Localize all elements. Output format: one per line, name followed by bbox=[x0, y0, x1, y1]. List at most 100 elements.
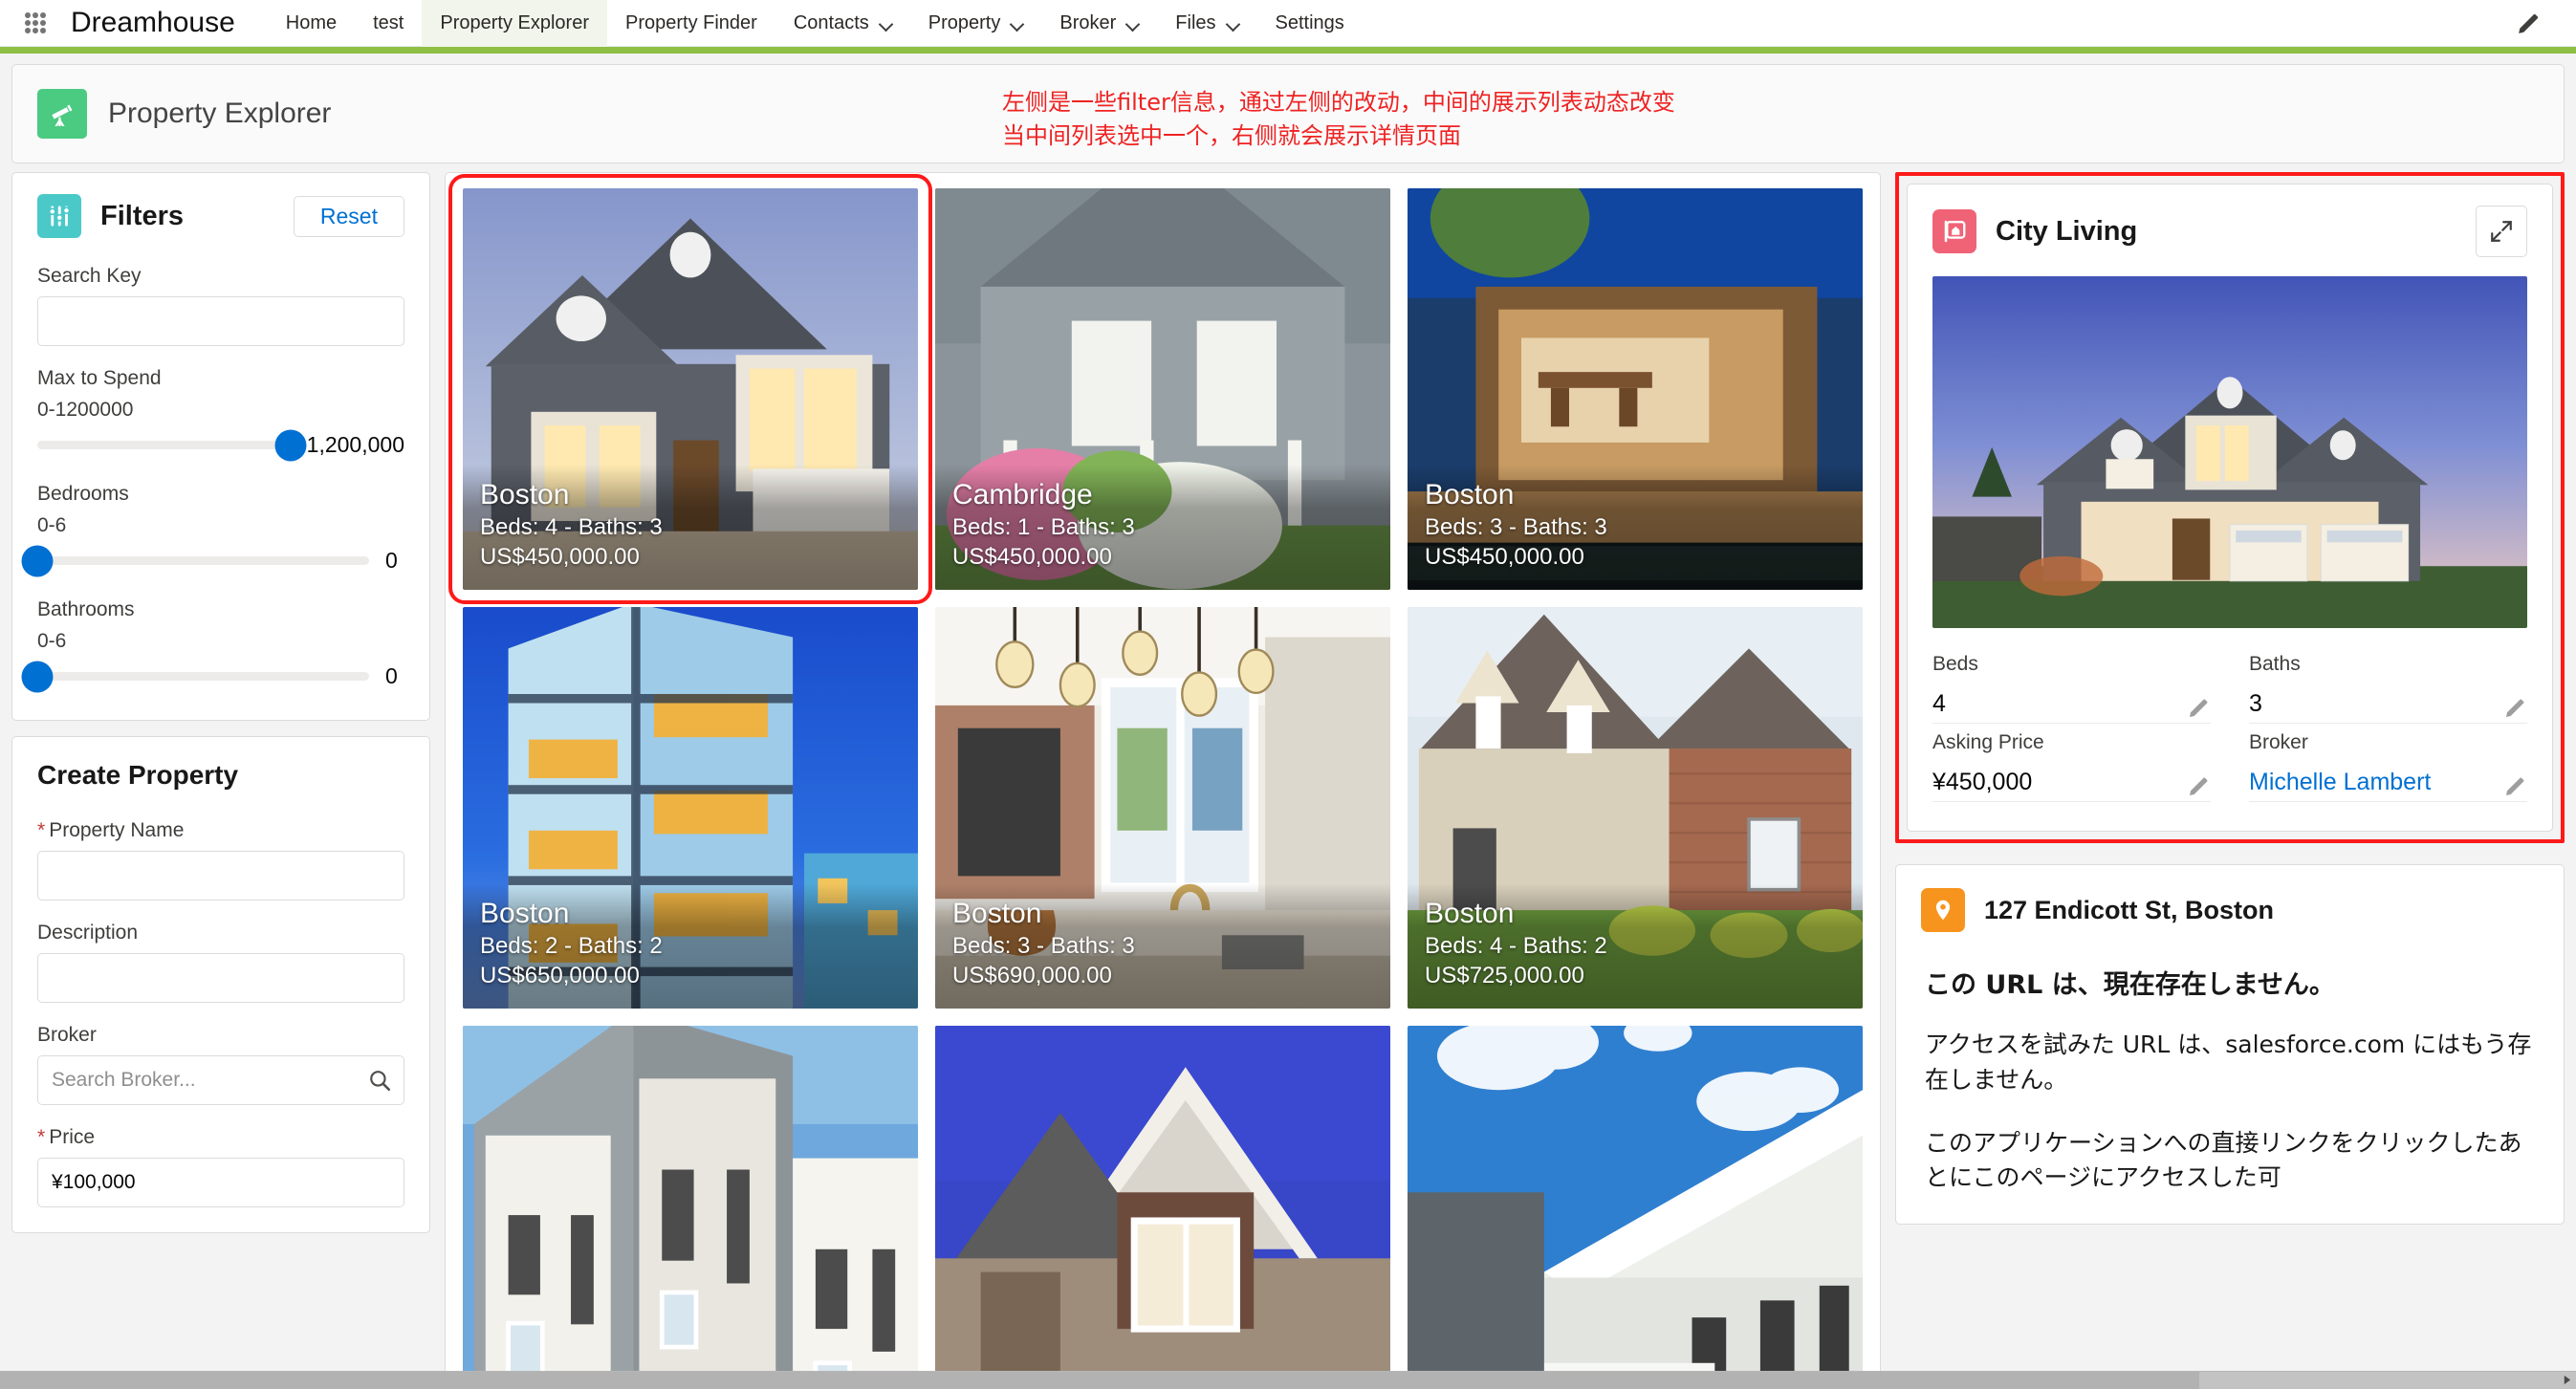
search-key-input[interactable] bbox=[37, 296, 404, 346]
address-error-card: 127 Endicott St, Boston この URL は、現在存在しませ… bbox=[1895, 864, 2565, 1226]
property-tile-beds-baths: Beds: 4 - Baths: 3 bbox=[480, 513, 663, 540]
bathrooms-label: Bathrooms bbox=[37, 598, 135, 620]
page-title: Property Explorer bbox=[108, 98, 332, 129]
property-tile[interactable] bbox=[1408, 1026, 1863, 1379]
max-to-spend-value: 1,200,000 bbox=[306, 432, 404, 457]
bathrooms-range: 0-6 bbox=[37, 630, 67, 652]
page-header: Property Explorer 左侧是一些filter信息，通过左侧的改动，… bbox=[11, 64, 2565, 163]
property-tile[interactable]: Boston Beds: 4 - Baths: 3 US$450,000.00 bbox=[448, 174, 932, 604]
property-tile[interactable]: Boston Beds: 4 - Baths: 2 US$725,000.00 bbox=[1408, 607, 1863, 1009]
property-tile[interactable]: Cambridge Beds: 1 - Baths: 3 US$450,000.00 bbox=[935, 188, 1390, 590]
chevron-down-icon[interactable] bbox=[880, 19, 892, 27]
property-tile-city: Boston bbox=[480, 479, 570, 511]
detail-card-title: City Living bbox=[1996, 215, 2138, 247]
expand-arrows-icon[interactable] bbox=[2476, 206, 2527, 257]
max-to-spend-slider[interactable] bbox=[37, 429, 307, 461]
main-content: Filters Reset Search Key Max to Spend 0-… bbox=[0, 163, 2576, 1380]
property-tile-beds-baths: Beds: 3 - Baths: 3 bbox=[1425, 513, 1607, 540]
bedrooms-value: 0 bbox=[385, 548, 398, 573]
nav-item-label: test bbox=[373, 11, 404, 33]
property-tile-city: Boston bbox=[480, 898, 570, 930]
slider-thumb[interactable] bbox=[21, 545, 54, 576]
chevron-down-icon[interactable] bbox=[1126, 19, 1139, 27]
page-header-region: Property Explorer 左侧是一些filter信息，通过左侧的改动，… bbox=[0, 54, 2576, 163]
broker-label: Broker bbox=[37, 1024, 97, 1046]
bathrooms-slider[interactable] bbox=[21, 661, 369, 692]
pencil-icon[interactable] bbox=[2188, 696, 2211, 719]
nav-item-settings[interactable]: Settings bbox=[1257, 0, 1363, 47]
detail-field-label: Broker bbox=[2249, 731, 2308, 753]
price-input[interactable] bbox=[37, 1158, 404, 1207]
detail-card-header: City Living bbox=[1908, 184, 2552, 276]
property-tile-caption: Boston Beds: 4 - Baths: 3 US$450,000.00 bbox=[463, 465, 918, 590]
top-navigation-bar: Dreamhouse Home test Property Explorer Prop… bbox=[0, 0, 2576, 47]
horizontal-scrollbar[interactable] bbox=[0, 1371, 2576, 1389]
create-property-title: Create Property bbox=[37, 760, 239, 790]
property-tile-image bbox=[1408, 1026, 1863, 1379]
nav-item-property-explorer[interactable]: Property Explorer bbox=[422, 0, 607, 47]
chevron-down-icon[interactable] bbox=[1011, 19, 1023, 27]
property-tile[interactable]: Boston Beds: 2 - Baths: 2 US$650,000.00 bbox=[463, 607, 918, 1009]
property-name-input[interactable] bbox=[37, 851, 404, 901]
nav-item-property-finder[interactable]: Property Finder bbox=[607, 0, 775, 47]
property-tiles-grid: Boston Beds: 4 - Baths: 3 US$450,000.00 Ca… bbox=[448, 174, 1863, 1379]
property-tile[interactable] bbox=[463, 1026, 918, 1379]
nav-item-label: Property Finder bbox=[625, 11, 757, 33]
nav-item-label: Settings bbox=[1275, 11, 1344, 33]
max-to-spend-label: Max to Spend bbox=[37, 367, 162, 389]
bedrooms-slider[interactable] bbox=[21, 545, 369, 576]
chevron-down-icon[interactable] bbox=[1227, 19, 1239, 27]
property-tile-price: US$690,000.00 bbox=[952, 963, 1112, 989]
pencil-icon[interactable] bbox=[2504, 696, 2527, 719]
broker-search-input[interactable] bbox=[37, 1055, 404, 1105]
reset-button[interactable]: Reset bbox=[293, 195, 404, 237]
app-launcher-grid-icon[interactable] bbox=[25, 12, 46, 33]
address-title: 127 Endicott St, Boston bbox=[1984, 895, 2275, 924]
detail-field-label: Asking Price bbox=[1932, 731, 2044, 753]
property-tile-price: US$450,000.00 bbox=[480, 544, 640, 571]
search-key-label: Search Key bbox=[37, 265, 142, 287]
property-tile[interactable]: Boston Beds: 3 - Baths: 3 US$690,000.00 bbox=[935, 607, 1390, 1009]
slider-thumb[interactable] bbox=[274, 429, 307, 461]
nav-item-label: Property Explorer bbox=[440, 11, 589, 33]
bedrooms-range: 0-6 bbox=[37, 514, 67, 536]
property-tile[interactable]: Boston Beds: 3 - Baths: 3 US$450,000.00 bbox=[1408, 188, 1863, 590]
required-asterisk: * bbox=[37, 819, 46, 841]
detail-field-asking-price: Asking Price ¥450,000 bbox=[1932, 731, 2211, 802]
slider-thumb[interactable] bbox=[21, 661, 54, 692]
nav-item-files[interactable]: Files bbox=[1157, 0, 1256, 47]
error-message-body: この URL は、現在存在しません。 アクセスを試みた URL は、salesf… bbox=[1896, 947, 2564, 1195]
nav-item-contacts[interactable]: Contacts bbox=[775, 0, 910, 47]
filters-title: Filters bbox=[100, 200, 185, 231]
pencil-icon[interactable] bbox=[2504, 774, 2527, 797]
pencil-icon[interactable] bbox=[2517, 11, 2542, 35]
nav-item-home[interactable]: Home bbox=[268, 0, 355, 47]
scroll-right-arrow-icon[interactable] bbox=[2559, 1371, 2575, 1389]
property-tile-list: Boston Beds: 4 - Baths: 3 US$450,000.00 Ca… bbox=[445, 172, 1881, 1380]
max-to-spend-range: 0-1200000 bbox=[37, 399, 134, 421]
detail-field-broker: Broker Michelle Lambert bbox=[2249, 731, 2527, 802]
app-brand-name: Dreamhouse bbox=[71, 7, 235, 38]
nav-item-label: Files bbox=[1175, 11, 1216, 33]
filters-panel: Filters Reset Search Key Max to Spend 0-… bbox=[11, 172, 430, 721]
location-pin-icon bbox=[1921, 888, 1965, 932]
nav-item-test[interactable]: test bbox=[355, 0, 422, 47]
nav-item-broker[interactable]: Broker bbox=[1041, 0, 1157, 47]
bedrooms-label: Bedrooms bbox=[37, 483, 129, 505]
description-input[interactable] bbox=[37, 953, 404, 1003]
property-tile-image bbox=[463, 1026, 918, 1379]
bathrooms-slider-row: 0 bbox=[21, 661, 404, 692]
pencil-icon[interactable] bbox=[2188, 774, 2211, 797]
property-tile-price: US$725,000.00 bbox=[1425, 963, 1584, 989]
property-tile-beds-baths: Beds: 2 - Baths: 2 bbox=[480, 932, 663, 959]
property-detail-card: City Living Beds 4 Baths 3 Asking Price … bbox=[1907, 184, 2553, 832]
detail-field-label: Beds bbox=[1932, 653, 1978, 675]
property-tile-image bbox=[935, 1026, 1390, 1379]
brand-accent-bar bbox=[0, 47, 2576, 54]
detail-field-link[interactable]: Michelle Lambert bbox=[2249, 768, 2431, 797]
bedrooms-slider-row: 0 bbox=[21, 545, 404, 576]
property-tile-caption: Boston Beds: 2 - Baths: 2 US$650,000.00 bbox=[463, 883, 918, 1009]
scrollbar-thumb[interactable] bbox=[0, 1372, 2199, 1389]
nav-item-property[interactable]: Property bbox=[910, 0, 1042, 47]
property-tile[interactable] bbox=[935, 1026, 1390, 1379]
